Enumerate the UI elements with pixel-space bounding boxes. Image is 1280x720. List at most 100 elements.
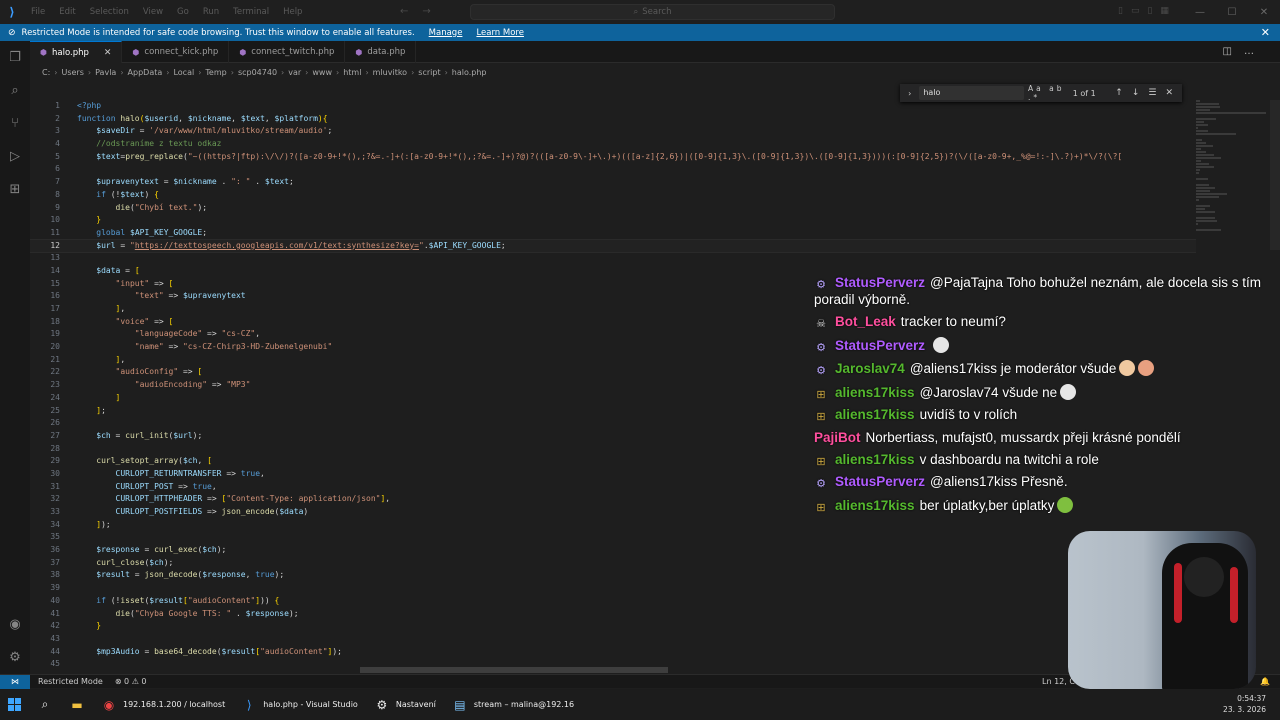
chat-username[interactable]: aliens17kiss	[835, 385, 915, 400]
code-line[interactable]: 12 $url = "https://texttospeech.googleap…	[30, 238, 1196, 254]
manage-link[interactable]: Manage	[429, 28, 463, 38]
close-banner-icon[interactable]: ✕	[1261, 26, 1270, 39]
manage-gear-icon[interactable]: ⚙	[0, 641, 30, 674]
code-line[interactable]: 45	[30, 658, 1196, 666]
code-line[interactable]: 6	[30, 163, 1196, 176]
taskbar-item-chrome[interactable]: ◉ 192.168.1.200 / localhost	[93, 689, 233, 720]
code-line[interactable]: 10 }	[30, 214, 1196, 227]
code-line[interactable]: 34 ]);	[30, 519, 1196, 532]
more-actions-icon[interactable]: …	[1244, 46, 1266, 57]
next-match-icon[interactable]: ↓	[1132, 88, 1149, 98]
start-button[interactable]	[0, 689, 29, 720]
menu-item[interactable]: Selection	[83, 7, 136, 17]
find-in-selection-icon[interactable]: ☰	[1148, 88, 1165, 98]
tab-halo-php[interactable]: ⬢ halo.php ✕	[30, 41, 123, 63]
nav-arrows[interactable]: ←→	[400, 6, 445, 17]
minimize-icon[interactable]: —	[1184, 7, 1216, 18]
customize-layout-icon[interactable]: ▦	[1160, 6, 1169, 16]
close-find-icon[interactable]: ✕	[1165, 88, 1182, 98]
notifications-bell-icon[interactable]: 🔔	[1260, 677, 1270, 686]
breadcrumb-segment[interactable]: Temp	[205, 68, 226, 77]
breadcrumb-segment[interactable]: C:	[42, 68, 50, 77]
chat-username[interactable]: Bot_Leak	[835, 314, 896, 329]
split-editor-icon[interactable]: ◫	[1223, 46, 1244, 57]
search-view-icon[interactable]: ⌕	[0, 74, 30, 107]
taskbar-search-button[interactable]: ⌕	[29, 689, 61, 720]
find-options[interactable]: Aa ab .*	[1028, 84, 1069, 102]
chat-username[interactable]: aliens17kiss	[835, 498, 915, 513]
system-clock[interactable]: 0:54:37 23. 3. 2026	[1223, 693, 1266, 715]
chat-username[interactable]: PajiBot	[814, 430, 861, 445]
code-line[interactable]: 3 $saveDir = '/var/www/html/mluvitko/str…	[30, 125, 1196, 138]
code-line[interactable]: 4 //odstraníme z textu odkaz	[30, 138, 1196, 151]
remote-indicator-icon[interactable]: ⋈	[0, 674, 30, 689]
menu-item[interactable]: View	[136, 7, 170, 17]
breadcrumb-segment[interactable]: Pavla	[95, 68, 116, 77]
code-line[interactable]: 40 if (!isset($result["audioContent"])) …	[30, 595, 1196, 608]
toggle-panel-icon[interactable]: ▭	[1131, 6, 1140, 16]
code-line[interactable]: 37 curl_close($ch);	[30, 557, 1196, 570]
code-line[interactable]: 43	[30, 633, 1196, 646]
code-line[interactable]: 5 $text=preg_replace("~((https?|ftp):\/\…	[30, 151, 1196, 164]
menu-item[interactable]: Run	[196, 7, 226, 17]
toggle-secondary-sidebar-icon[interactable]: ▯	[1147, 6, 1152, 16]
tab-data-php[interactable]: ⬢ data.php	[345, 41, 417, 63]
tab-connect-twitch[interactable]: ⬢ connect_twitch.php	[229, 41, 346, 63]
code-line[interactable]: 41 die("Chyba Google TTS: " . $response)…	[30, 608, 1196, 621]
code-line[interactable]: 39	[30, 582, 1196, 595]
code-line[interactable]: 38 $result = json_decode($response, true…	[30, 569, 1196, 582]
account-icon[interactable]: ◉	[0, 608, 30, 641]
breadcrumb-segment[interactable]: halo.php	[452, 68, 487, 77]
code-line[interactable]: 13	[30, 252, 1196, 265]
command-search-box[interactable]: ⌕ Search	[470, 4, 835, 20]
taskbar-item-terminal[interactable]: ▤ stream – malina@192.16	[444, 689, 582, 720]
menu-item[interactable]: Edit	[52, 7, 82, 17]
breadcrumb-segment[interactable]: mluvitko	[373, 68, 407, 77]
menu-item[interactable]: Go	[170, 7, 196, 17]
breadcrumb-segment[interactable]: www	[312, 68, 332, 77]
problems-status[interactable]: ⊗ 0 ⚠ 0	[111, 677, 151, 686]
breadcrumb-segment[interactable]: var	[288, 68, 301, 77]
explorer-icon[interactable]: ❐	[0, 41, 30, 74]
learn-more-link[interactable]: Learn More	[476, 28, 524, 38]
breadcrumb-segment[interactable]: script	[418, 68, 440, 77]
code-line[interactable]: 42 }	[30, 620, 1196, 633]
taskbar-item-settings[interactable]: ⚙ Nastavení	[366, 689, 444, 720]
extensions-icon[interactable]: ⊞	[0, 173, 30, 206]
toggle-replace-chevron-icon[interactable]: ›	[900, 89, 919, 98]
cursor-position[interactable]: Ln 12, C	[1042, 677, 1075, 686]
taskbar-item-vscode[interactable]: ⟩ halo.php - Visual Studio	[233, 689, 366, 720]
close-window-icon[interactable]: ✕	[1248, 7, 1280, 18]
code-line[interactable]: 35	[30, 531, 1196, 544]
chat-username[interactable]: aliens17kiss	[835, 452, 915, 467]
menu-item[interactable]: Terminal	[226, 7, 276, 17]
run-debug-icon[interactable]: ▷	[0, 140, 30, 173]
code-line[interactable]: 44 $mp3Audio = base64_decode($result["au…	[30, 646, 1196, 659]
previous-match-icon[interactable]: ↑	[1115, 88, 1132, 98]
chat-username[interactable]: Jaroslav74	[835, 361, 905, 376]
code-line[interactable]: 2 function halo($userid, $nickname, $text…	[30, 113, 1196, 126]
layout-buttons[interactable]: ▯ ▭ ▯ ▦	[1118, 6, 1169, 16]
code-line[interactable]: 36 $response = curl_exec($ch);	[30, 544, 1196, 557]
code-line[interactable]: 11 global $API_KEY_GOOGLE;	[30, 227, 1196, 240]
toggle-sidebar-icon[interactable]: ▯	[1118, 6, 1123, 16]
chat-username[interactable]: StatusPerverz	[835, 474, 925, 489]
minimap[interactable]	[1196, 100, 1270, 231]
chat-username[interactable]: StatusPerverz	[835, 275, 925, 290]
menu-item[interactable]: Help	[276, 7, 309, 17]
breadcrumb-segment[interactable]: scp04740	[238, 68, 277, 77]
breadcrumb-segment[interactable]: Local	[173, 68, 194, 77]
source-control-icon[interactable]: ⑂	[0, 107, 30, 140]
menu-item[interactable]: File	[24, 7, 52, 17]
close-tab-icon[interactable]: ✕	[104, 48, 112, 58]
file-explorer-button[interactable]: ▬	[61, 689, 93, 720]
breadcrumb-segment[interactable]: AppData	[128, 68, 163, 77]
restricted-mode-status[interactable]: Restricted Mode	[30, 677, 111, 686]
breadcrumb-segment[interactable]: html	[343, 68, 361, 77]
code-line[interactable]: 8 if (!$text) {	[30, 189, 1196, 202]
breadcrumb-segment[interactable]: Users	[61, 68, 83, 77]
code-line[interactable]: 9 die("Chybí text.");	[30, 202, 1196, 215]
vertical-scrollbar[interactable]	[1270, 100, 1280, 250]
find-input[interactable]: halo	[919, 86, 1025, 100]
code-line[interactable]: 7 $upravenytext = $nickname . ": " . $te…	[30, 176, 1196, 189]
